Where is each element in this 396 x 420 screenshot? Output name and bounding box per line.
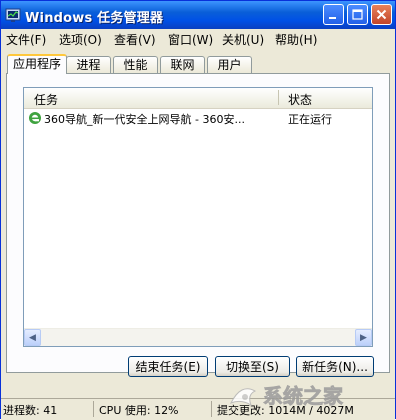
title-bar[interactable]: Windows 任务管理器 — [1, 1, 395, 29]
tab-performance[interactable]: 性能 — [113, 56, 158, 73]
chevron-right-icon: ▶ — [360, 332, 367, 343]
status-divider — [93, 401, 94, 417]
task-manager-icon — [5, 8, 21, 22]
watermark-logo: 系统之家 — [229, 384, 344, 408]
column-header-status[interactable]: 状态 — [288, 91, 312, 108]
menu-window[interactable]: 窗口(W) — [168, 31, 213, 48]
task-list[interactable]: 任务 状态 360导航_新一代安全上网导航 - 360安... 正在运行 ◀ ▶ — [23, 87, 373, 347]
end-task-button[interactable]: 结束任务(E) — [128, 356, 208, 377]
column-header-task[interactable]: 任务 — [34, 91, 58, 108]
task-status: 正在运行 — [288, 113, 332, 126]
menu-bar: 文件(F) 选项(O) 查看(V) 窗口(W) 关机(U) 帮助(H) — [1, 29, 395, 49]
ie-browser-icon — [29, 112, 41, 124]
status-divider — [211, 401, 212, 417]
window-title: Windows 任务管理器 — [25, 11, 164, 26]
task-manager-window: Windows 任务管理器 文件(F) 选项(O) 查看(V) 窗口(W) 关机… — [0, 0, 396, 420]
chevron-left-icon: ◀ — [29, 332, 36, 343]
task-name: 360导航_新一代安全上网导航 - 360安... — [44, 113, 245, 126]
list-header: 任务 状态 — [24, 88, 372, 109]
list-item[interactable]: 360导航_新一代安全上网导航 - 360安... 正在运行 — [26, 110, 370, 128]
close-icon — [376, 9, 387, 20]
menu-options[interactable]: 选项(O) — [59, 31, 102, 48]
tab-applications[interactable]: 应用程序 — [7, 54, 67, 74]
maximize-icon — [352, 9, 363, 20]
scroll-left-button[interactable]: ◀ — [24, 329, 41, 346]
menu-view[interactable]: 查看(V) — [114, 31, 156, 48]
horizontal-scrollbar[interactable]: ◀ ▶ — [24, 328, 372, 346]
maximize-button[interactable] — [347, 4, 368, 25]
close-button[interactable] — [371, 4, 392, 25]
minimize-icon — [329, 17, 336, 19]
column-divider[interactable] — [278, 90, 279, 105]
tab-processes[interactable]: 进程 — [66, 56, 111, 73]
tab-users[interactable]: 用户 — [207, 56, 252, 73]
cpu-usage: CPU 使用: 12% — [99, 404, 179, 417]
scroll-right-button[interactable]: ▶ — [355, 329, 372, 346]
menu-shutdown[interactable]: 关机(U) — [222, 31, 264, 48]
minimize-button[interactable] — [323, 4, 344, 25]
menu-file[interactable]: 文件(F) — [6, 31, 46, 48]
watermark-text: 系统之家 — [263, 384, 344, 408]
process-count: 进程数: 41 — [3, 404, 58, 417]
menu-help[interactable]: 帮助(H) — [275, 31, 317, 48]
tab-networking[interactable]: 联网 — [160, 56, 205, 73]
